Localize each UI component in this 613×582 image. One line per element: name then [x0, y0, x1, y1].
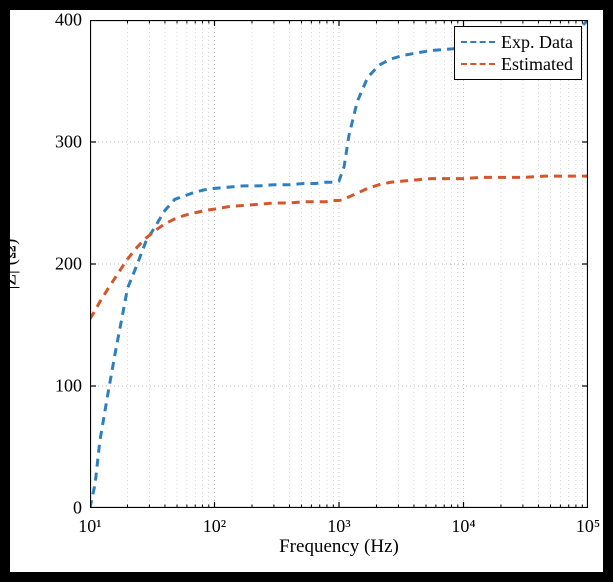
legend-entry: Exp. Data — [461, 31, 573, 53]
legend-label: Estimated — [501, 54, 573, 75]
xtick-label: 10³ — [327, 516, 350, 537]
xtick-label: 10⁵ — [576, 516, 600, 537]
xtick-label: 10¹ — [78, 516, 101, 537]
xtick-label: 10² — [203, 516, 226, 537]
plot-area: |Z| (Ω) Frequency (Hz) Exp. DataEstimate… — [90, 20, 588, 508]
legend-swatch — [461, 63, 495, 65]
legend-swatch — [461, 41, 495, 43]
x-axis-label: Frequency (Hz) — [279, 536, 399, 558]
legend: Exp. DataEstimated — [454, 26, 582, 80]
axes-frame — [90, 20, 588, 508]
ytick-label: 100 — [55, 376, 82, 397]
ytick-label: 300 — [55, 132, 82, 153]
xtick-label: 10⁴ — [451, 516, 475, 537]
legend-label: Exp. Data — [501, 32, 573, 53]
y-axis-label: |Z| (Ω) — [0, 239, 22, 290]
ytick-label: 200 — [55, 254, 82, 275]
chart-panel: |Z| (Ω) Frequency (Hz) Exp. DataEstimate… — [10, 10, 603, 572]
legend-entry: Estimated — [461, 53, 573, 75]
ytick-label: 400 — [55, 10, 82, 31]
